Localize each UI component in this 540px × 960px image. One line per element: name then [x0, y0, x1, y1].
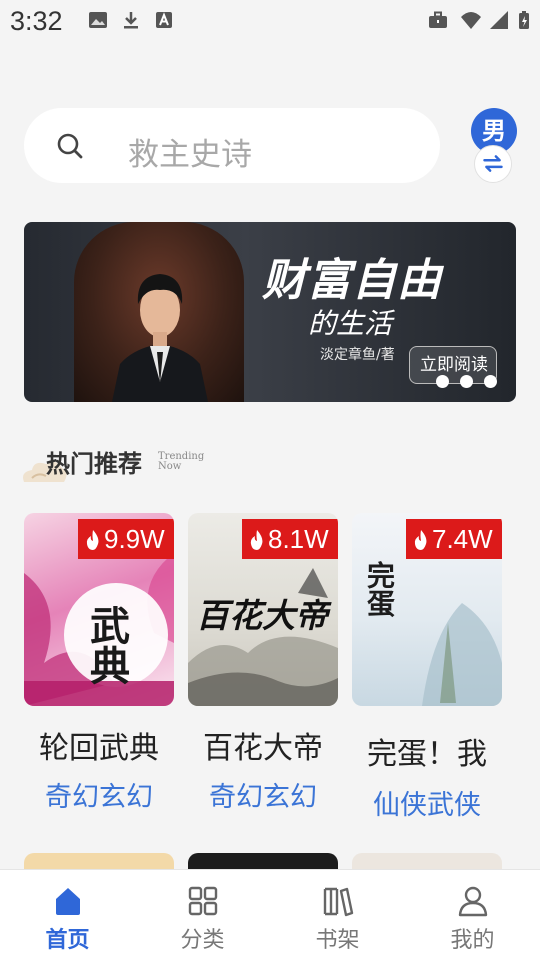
book-card[interactable]: 武典 9.9W 轮回武典 奇幻玄幻 [24, 513, 174, 813]
section-subtitle: Trending Now [158, 452, 204, 472]
carousel-dot[interactable] [460, 375, 473, 388]
nav-label: 首页 [45, 928, 90, 953]
signal-icon [490, 11, 508, 29]
heat-value: 7.4W [432, 524, 493, 554]
section-subtitle-line2: Now [158, 461, 182, 472]
flame-icon [250, 530, 263, 550]
book-title: 百花大帝 [203, 731, 323, 766]
nav-item-home[interactable]: 首页 [0, 870, 135, 960]
nav-label: 我的 [450, 928, 495, 953]
cover-title: 百花大帝 [196, 596, 328, 635]
banner-author: 淡定章鱼/著 [320, 347, 395, 363]
nav-item-profile[interactable]: 我的 [405, 870, 540, 960]
image-icon [89, 12, 107, 28]
heat-badge: 7.4W [406, 519, 502, 559]
banner-subtitle: 的生活 [308, 307, 393, 340]
banner-character-art [112, 274, 208, 402]
book-cover: 完蛋 7.4W [352, 513, 502, 706]
swap-gender-button[interactable] [474, 145, 512, 183]
banner-title: 财富自由 [262, 255, 442, 306]
battery-icon [519, 11, 529, 29]
nav-label: 分类 [180, 928, 225, 953]
search-input[interactable]: 救主史诗 [24, 108, 440, 183]
read-now-label: 立即阅读 [420, 355, 488, 375]
book-genre: 仙侠武侠 [373, 790, 481, 821]
book-title: 轮回武典 [39, 731, 159, 766]
cover-title: 完蛋 [363, 561, 396, 617]
briefcase-icon [429, 11, 447, 28]
book-card[interactable]: 百花大帝 8.1W 百花大帝 奇幻玄幻 [188, 513, 338, 813]
carousel-dot[interactable] [484, 375, 497, 388]
flame-icon [86, 530, 99, 550]
carousel-dot[interactable] [436, 375, 449, 388]
search-icon [57, 133, 83, 159]
heat-badge: 8.1W [242, 519, 338, 559]
text-a-icon [156, 12, 172, 28]
heat-value: 9.9W [104, 524, 165, 554]
user-icon [458, 886, 487, 917]
status-bar: 3:32 [0, 0, 540, 44]
nav-item-bookshelf[interactable]: 书架 [270, 870, 405, 960]
nav-label: 书架 [315, 928, 360, 953]
bookshelf-icon [323, 887, 353, 917]
download-icon [124, 12, 138, 29]
book-genre: 奇幻玄幻 [209, 782, 317, 813]
nav-item-category[interactable]: 分类 [135, 870, 270, 960]
grid-icon [188, 886, 217, 916]
section-title: 热门推荐 [46, 449, 142, 478]
book-title: 完蛋！我 [367, 737, 487, 772]
book-cover: 武典 9.9W [24, 513, 174, 706]
status-time: 3:32 [10, 6, 63, 36]
cover-title: 武典 [83, 605, 130, 685]
bottom-nav: 首页 分类 书架 我的 [0, 869, 540, 960]
search-placeholder: 救主史诗 [128, 137, 252, 173]
heat-badge: 9.9W [78, 519, 174, 559]
book-card[interactable]: 完蛋 7.4W 完蛋！我 仙侠武侠 [352, 513, 502, 821]
swap-icon [483, 155, 503, 172]
home-icon [55, 888, 80, 915]
book-genre: 奇幻玄幻 [45, 782, 153, 813]
heat-value: 8.1W [268, 524, 329, 554]
section-header: 热门推荐 Trending Now [20, 438, 270, 488]
book-cover: 百花大帝 8.1W [188, 513, 338, 706]
flame-icon [414, 530, 427, 550]
wifi-icon [461, 12, 481, 29]
